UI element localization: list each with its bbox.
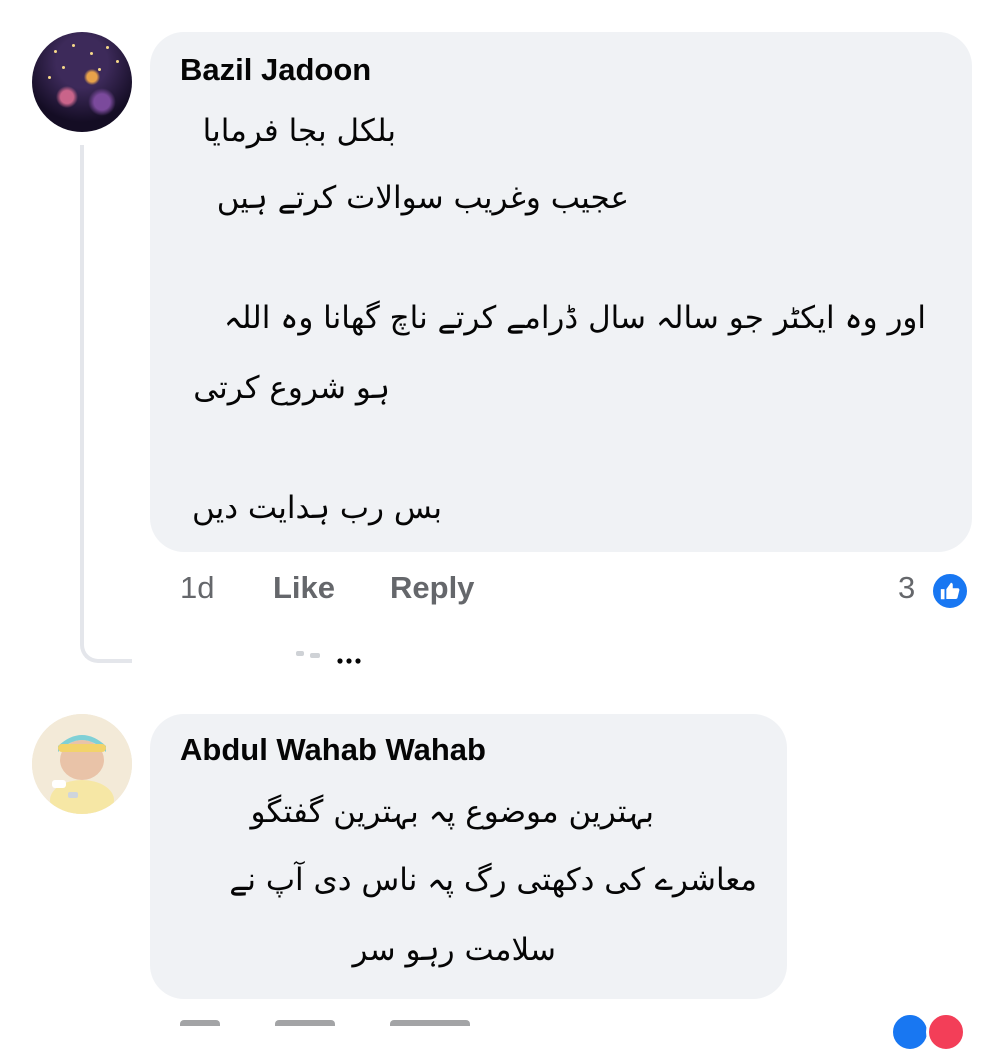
collapsed-replies-indicator[interactable] [296,645,368,676]
comment-text-line: معاشرے کی دکھتی رگ پہ ناس دی آپ نے [229,862,757,898]
comment-text-line: بہترین موضوع پہ بہترین گفتگو [250,794,654,830]
comment-text-line: بلکل بجا فرمایا [202,113,396,149]
avatar[interactable] [32,714,132,814]
comment-text-line: اور وہ ایکٹر جو سالہ سال ڈرامے کرتے ناچ … [223,300,926,336]
comment-text-line: بس رب ہدایت دیں [191,490,442,526]
like-button[interactable]: Like [273,570,335,606]
reply-button[interactable]: Reply [390,570,474,606]
comment-text-line: ہو شروع کرتی [193,370,390,406]
thumbs-up-icon[interactable] [930,571,970,611]
comment-text-line: سلامت رہو سر [352,932,556,968]
comment-author[interactable]: Bazil Jadoon [180,52,371,88]
avatar[interactable] [32,32,132,132]
next-comment-actions-cropped [150,1014,970,1026]
comment-bubble: Bazil Jadoon بلکل بجا فرمایا عجیب وغریب … [150,32,972,552]
reaction-count[interactable]: 3 [898,570,915,606]
comment-timestamp[interactable]: 1d [180,570,214,606]
heart-icon[interactable] [926,1012,966,1052]
comment-text-line: عجیب وغریب سوالات کرتے ہیں [216,180,629,216]
comment-author[interactable]: Abdul Wahab Wahab [180,732,486,768]
reply-thread-connector [80,145,132,663]
comment-bubble: Abdul Wahab Wahab بہترین موضوع پہ بہترین… [150,714,787,999]
thumbs-up-icon[interactable] [890,1012,930,1052]
